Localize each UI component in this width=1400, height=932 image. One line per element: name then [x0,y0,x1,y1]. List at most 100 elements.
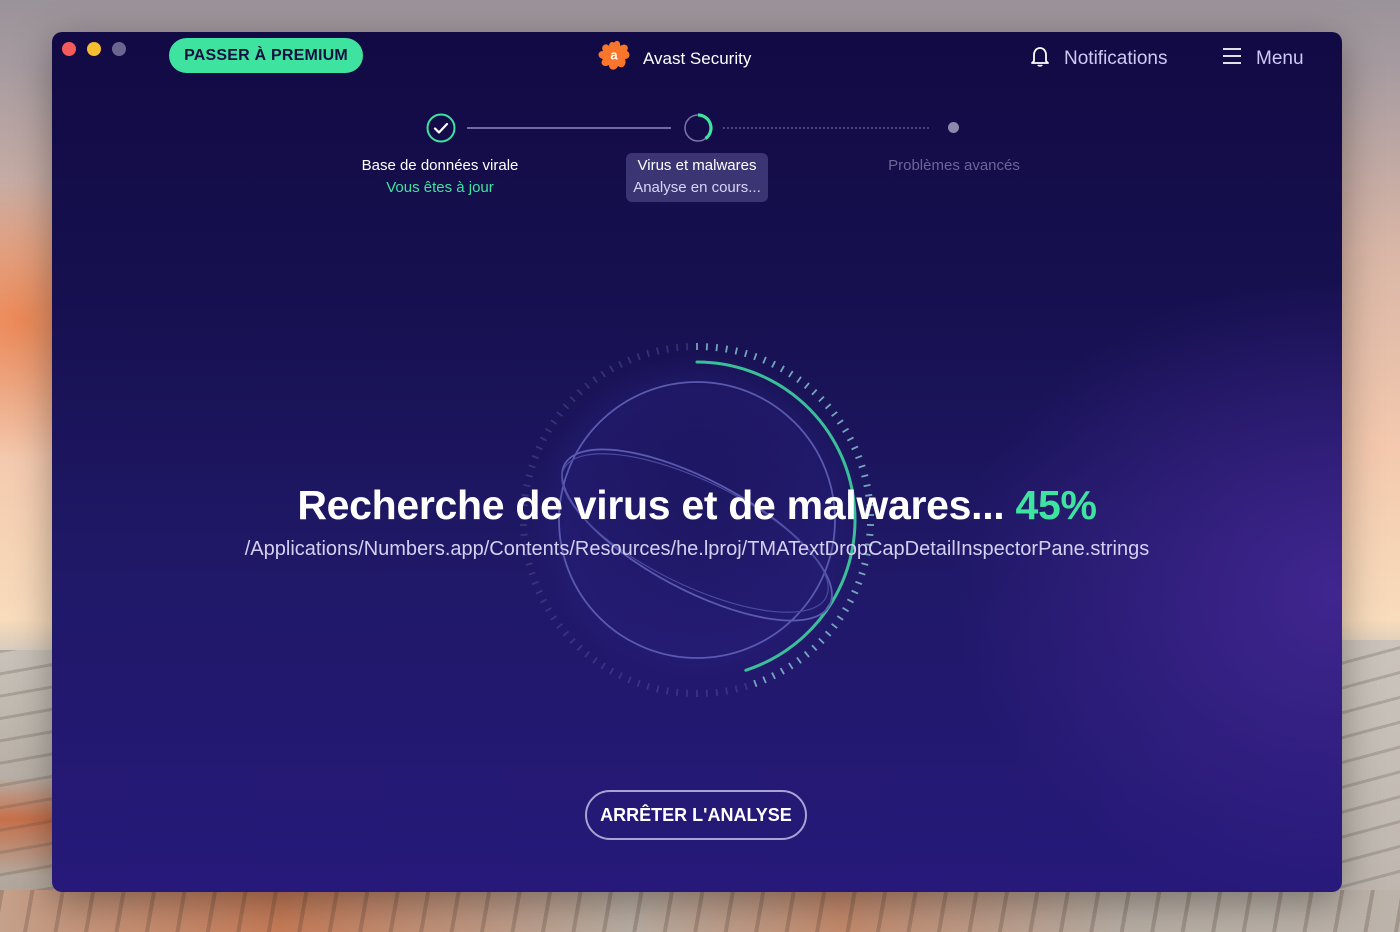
app-title: Avast Security [643,48,752,68]
step-status: Analyse en cours... [633,179,761,196]
progress-tick [803,651,810,658]
progress-tick [636,679,641,688]
progress-tick [779,667,785,675]
upgrade-premium-button[interactable]: PASSER À PREMIUM [169,38,363,73]
progress-tick [665,687,669,695]
progress-tick [540,598,548,604]
current-scanned-file: /Applications/Numbers.app/Contents/Resou… [244,538,1150,560]
scan-percent: 45% [1015,482,1097,528]
progress-tick [842,427,850,433]
progress-tick [556,411,563,417]
progress-tick [753,352,758,361]
progress-tick [550,615,558,621]
hamburger-icon [1220,44,1244,74]
progress-tick [544,427,552,433]
progress-tick [836,615,844,621]
step-virus-database: Base de données virale Vous êtes à jour [340,155,540,199]
progress-tick [866,533,874,537]
progress-tick [627,676,632,684]
avast-logo-icon: a [597,40,631,77]
step-title: Problèmes avancés [888,157,1020,174]
check-circle-icon [426,113,456,143]
progress-tick [725,345,729,353]
maximize-window-button[interactable] [112,42,126,56]
progress-tick [675,688,679,696]
progress-tick [836,419,844,425]
progress-tick [744,349,748,358]
progress-tick [525,474,533,478]
progress-tick [618,672,623,680]
notifications-label: Notifications [1064,48,1168,69]
progress-tick [831,623,838,629]
progress-tick [535,445,543,451]
window-controls [62,42,126,56]
app-window: PASSER À PREMIUM a Avast Security Notifi… [52,32,1342,892]
progress-tick [811,388,818,396]
progress-tick [831,411,838,417]
progress-tick [600,370,606,378]
close-window-button[interactable] [62,42,76,56]
progress-tick [851,589,859,595]
progress-tick [811,644,818,652]
progress-tick [842,607,850,613]
bell-icon [1028,44,1052,74]
progress-tick [846,598,854,604]
progress-tick [609,365,615,373]
step-status: Vous êtes à jour [386,179,494,196]
progress-tick [753,679,758,688]
progress-tick [771,672,776,680]
menu-label: Menu [1256,48,1304,69]
progress-tick [646,349,650,358]
svg-text:a: a [610,48,618,63]
scan-headline: Recherche de virus et de malwares... 45% [52,482,1342,529]
progress-tick [846,436,854,442]
progress-tick [618,360,623,368]
progress-tick [627,356,632,364]
progress-tick [656,685,660,693]
progress-tick [824,630,832,637]
step-connector-done [467,127,671,129]
progress-tick [550,419,558,425]
progress-tick [646,682,650,691]
step-virus-malware: Virus et malwares Analyse en cours... [626,153,768,202]
notifications-button[interactable]: Notifications [1028,44,1168,74]
scan-headline-text: Recherche de virus et de malwares... [297,482,1005,528]
progress-tick [744,682,748,691]
progress-tick [600,662,606,670]
progress-tick [562,403,570,410]
step-title: Base de données virale [361,157,519,174]
step-connector-pending [723,127,929,129]
progress-tick [715,344,719,352]
progress-tick [540,436,548,442]
progress-tick [788,662,794,670]
menu-button[interactable]: Menu [1220,44,1304,74]
step-advanced-issues: Problèmes avancés [864,155,1044,177]
progress-tick [771,360,776,368]
progress-tick [562,630,570,637]
progress-tick [861,474,869,478]
dot-icon [948,122,959,133]
progress-tick [569,395,576,403]
progress-tick [592,376,598,383]
progress-tick [525,562,533,566]
desktop-wallpaper-rock-bottom [0,890,1400,932]
progress-tick [824,403,832,410]
progress-tick [636,352,641,361]
progress-tick [855,580,863,586]
progress-tick [715,688,719,696]
progress-tick [818,637,825,645]
stop-scan-button[interactable]: ARRÊTER L'ANALYSE [585,790,807,840]
progress-tick [796,657,802,664]
progress-tick [535,589,543,595]
progress-tick [855,454,863,460]
progress-tick [788,370,794,378]
minimize-window-button[interactable] [87,42,101,56]
progress-tick [779,365,785,373]
progress-tick [576,644,583,652]
progress-tick [665,345,669,353]
progress-tick [531,454,539,460]
progress-tick [861,562,869,566]
progress-tick [544,607,552,613]
progress-tick [675,344,679,352]
progress-tick [762,676,767,684]
